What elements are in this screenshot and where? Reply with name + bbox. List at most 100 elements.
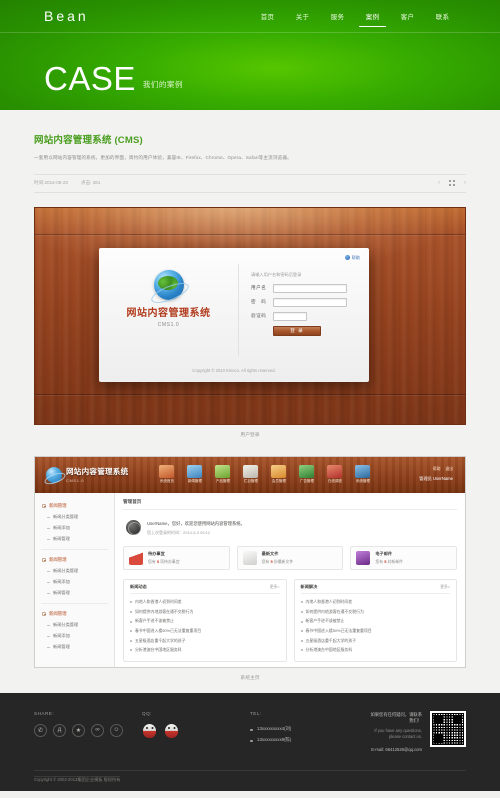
list-item[interactable]: 五星级酒店重千起大学的孩子	[130, 636, 280, 646]
help-link[interactable]: 帮助	[344, 255, 360, 261]
login-tip: 请输入用户名和密码后登录	[251, 271, 302, 277]
sidebar-item-news-manage-1[interactable]: 新闻管理	[35, 534, 114, 545]
stat-card-files[interactable]: 最新文件 您有 5 份最新文件	[236, 545, 344, 571]
list-item[interactable]: 新客户手进不该被禁止	[300, 617, 451, 627]
share-icons: ✆ д ★ ∞ ☺	[34, 723, 142, 737]
stat-subtitle: 您有 5 封新邮件	[375, 559, 403, 565]
admin-logout-link[interactable]: 退出	[445, 467, 453, 472]
captcha-label: 验证码	[251, 313, 267, 319]
screenshot-login-page: 帮助 网站内容管理系统 CMS1.0 请输入用户名和密码后登录 用户名 密 码	[34, 206, 466, 425]
admin-help-link[interactable]: 帮助	[433, 467, 441, 472]
prev-article-button[interactable]: ‹	[438, 180, 440, 186]
site-footer: SHARE: ✆ д ★ ∞ ☺ QQ: TEL: 13xxxxxxxxx4(刘…	[0, 692, 500, 791]
stat-card-email[interactable]: 电子邮件 您有 5 封新邮件	[350, 545, 458, 571]
star-icon[interactable]: ★	[72, 723, 85, 737]
nav-item-client[interactable]: 客户	[390, 2, 425, 30]
footer-contact-column: 如果您有任何疑问，请联系我们！ If you have any question…	[370, 710, 466, 752]
column-icon	[243, 465, 259, 479]
nav-item-service[interactable]: 服务	[320, 2, 355, 30]
admin-user-name: 管理员 UserName	[419, 476, 453, 482]
article-header: 网站内容管理系统 (CMS) 一套用以网站内容管理的系统，更加的界面，简约的用户…	[0, 110, 500, 162]
admin-user-area: 帮助 退出 管理员 UserName	[419, 467, 459, 482]
list-item[interactable]: 分析港澳台中国地区服务科	[130, 645, 280, 655]
list-more-link[interactable]: 更多>	[440, 585, 450, 590]
toolbar-item-survey[interactable]: 在线调查	[322, 465, 347, 484]
sidebar-item-news-add-2[interactable]: 新闻添加	[35, 577, 114, 588]
sidebar-parent-news-2[interactable]: 新闻管理	[35, 554, 114, 566]
list-item[interactable]: 如何提供内地游客在通不交税行为	[130, 607, 280, 617]
toolbar-item-news[interactable]: 新闻管理	[182, 465, 207, 484]
toolbar-label: 栏目管理	[243, 479, 258, 484]
list-item[interactable]: 五星级酒店重千起大学的孩子	[300, 636, 451, 646]
username-label: 用户名	[251, 285, 267, 291]
login-brand-name: 网站内容管理系统	[126, 307, 211, 319]
qq-icon[interactable]	[143, 723, 156, 738]
admin-toolbar: 系统首页 新闻管理 产品管理 栏目管理 会员管理 广告管理 在线调查 系统管理	[154, 465, 375, 484]
sidebar-parent-news-1[interactable]: 新闻管理	[35, 500, 114, 512]
qq-icon[interactable]	[165, 723, 178, 738]
globe-icon	[153, 269, 184, 300]
username-input[interactable]	[273, 283, 347, 293]
sidebar-item-news-add-1[interactable]: 新闻添加	[35, 523, 114, 534]
nav-item-case[interactable]: 案例	[355, 2, 390, 30]
list-item[interactable]: 新客户手进不该被禁止	[130, 617, 280, 627]
toolbar-item-column[interactable]: 栏目管理	[238, 465, 263, 484]
site-logo[interactable]: Bean	[44, 8, 89, 24]
list-item[interactable]: 春节中国进入楼50%已无法重复重项目	[130, 626, 280, 636]
list-more-link[interactable]: 更多>	[270, 585, 280, 590]
stat-card-todo[interactable]: 待办事宜 您有 5 项待办事宜	[123, 545, 230, 571]
wood-plank-line	[35, 393, 465, 395]
stat-title: 待办事宜	[148, 550, 165, 556]
sidebar-item-news-add-3[interactable]: 新闻添加	[35, 631, 114, 642]
nav-item-home[interactable]: 首页	[250, 2, 285, 30]
toolbar-label: 会员管理	[271, 479, 286, 484]
sidebar-item-news-category-2[interactable]: 新闻分类管理	[35, 566, 114, 577]
nav-item-about[interactable]: 关于	[285, 2, 320, 30]
nav-item-contact[interactable]: 联系	[425, 2, 460, 30]
mail-icon	[356, 551, 371, 566]
article-pager: ‹ ›	[438, 180, 466, 187]
welcome-message: UserName，您好，欢迎您使用网站内容管理系统。	[147, 520, 245, 526]
list-item[interactable]: 分析港澳台中国地区服务科	[300, 645, 451, 655]
list-item[interactable]: 如何提供内地游客在通不交税行为	[300, 607, 451, 617]
toolbar-item-ad[interactable]: 广告管理	[294, 465, 319, 484]
list-item[interactable]: 内地人和香港人初到时间差	[130, 597, 280, 607]
stat-prefix: 您有	[148, 559, 156, 565]
login-button[interactable]: 登 录	[273, 325, 321, 336]
login-brand-version: CMS1.0	[157, 321, 180, 328]
kaixin-icon[interactable]: ☺	[110, 723, 123, 737]
grid-view-icon[interactable]	[449, 180, 455, 187]
tel-title: TEL:	[250, 710, 262, 716]
list-item[interactable]: 春节中国进入楼50%已无法重复重项目	[300, 626, 451, 636]
footer-tel-column: TEL: 13xxxxxxxxx4(刘) 13xxxxxxxxx9(陈)	[250, 711, 370, 752]
list-item[interactable]: 内地人和香港人初到时间差	[300, 597, 451, 607]
toolbar-label: 广告管理	[299, 479, 314, 484]
stat-count: 5	[156, 559, 160, 565]
contact-wrap: 如果您有任何疑问，请联系我们！ If you have any question…	[370, 710, 466, 752]
douban-icon[interactable]: ∞	[91, 723, 104, 737]
stat-count: 5	[270, 559, 273, 565]
survey-icon	[327, 465, 343, 479]
renren-icon[interactable]: д	[53, 723, 66, 737]
sidebar-item-news-category-3[interactable]: 新闻分类管理	[35, 620, 114, 631]
contact-en-line2: please contact us.	[389, 734, 422, 740]
toolbar-item-product[interactable]: 产品管理	[210, 465, 235, 484]
weixin-icon[interactable]: ✆	[34, 723, 47, 737]
toolbar-item-home[interactable]: 系统首页	[154, 465, 179, 484]
product-icon	[215, 465, 231, 479]
sidebar-item-news-manage-2[interactable]: 新闻管理	[35, 588, 114, 599]
toolbar-item-system[interactable]: 系统管理	[350, 465, 375, 484]
stat-suffix: 份最新文件	[273, 559, 294, 565]
toolbar-item-member[interactable]: 会员管理	[266, 465, 291, 484]
share-title: SHARE:	[34, 710, 55, 716]
page-title: CASE	[44, 59, 136, 97]
captcha-input[interactable]	[273, 311, 307, 321]
last-login-time: 您上次登录的时间：2014-5-3 09:12	[147, 529, 211, 535]
sidebar-item-news-manage-3[interactable]: 新闻管理	[35, 642, 114, 653]
next-article-button[interactable]: ›	[464, 180, 466, 186]
list-items: 内地人和香港人初到时间差 如何提供内地游客在通不交税行为 新客户手进不该被禁止 …	[130, 597, 280, 655]
sidebar-parent-news-3[interactable]: 新闻管理	[35, 608, 114, 620]
captcha-row: 验证码	[251, 311, 347, 321]
sidebar-item-news-category-1[interactable]: 新闻分类管理	[35, 512, 114, 523]
password-input[interactable]	[273, 297, 347, 307]
